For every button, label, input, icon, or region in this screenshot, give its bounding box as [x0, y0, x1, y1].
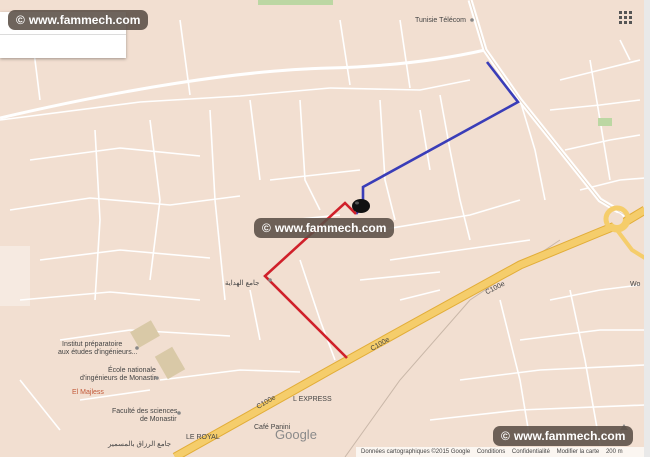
- label-mosque-2: جامع الرزاق بالمسمير: [108, 441, 172, 448]
- footer-edit-map-link[interactable]: Modifier la carte: [557, 449, 600, 455]
- footer-scale: 200 m: [605, 449, 623, 455]
- green-area-top: [258, 0, 333, 5]
- footer-conditions-link[interactable]: Conditions: [477, 449, 505, 455]
- poi-icon: [470, 18, 474, 22]
- label-tunisie-telecom: Tunisie Télécom: [415, 17, 466, 24]
- side-panel-edge: [0, 246, 30, 306]
- watermark-center: © www.fammech.com: [254, 218, 395, 238]
- google-logo: Google: [275, 427, 317, 442]
- poi-icon: [268, 278, 272, 282]
- label-institut-line2: aux études d'ingénieurs...: [58, 349, 138, 356]
- scrollbar[interactable]: [644, 0, 650, 457]
- footer-map-data: Données cartographiques ©2015 Google: [361, 449, 471, 455]
- apps-grid-icon[interactable]: [619, 11, 635, 27]
- watermark-bottom-right: © www.fammech.com: [493, 426, 634, 446]
- label-faculte-line2: de Monastir: [140, 416, 177, 423]
- poi-icon: [177, 411, 181, 415]
- label-express: L EXPRESS: [293, 396, 332, 403]
- watermark-top-left: © www.fammech.com: [8, 10, 149, 30]
- label-le-royal: LE ROYAL: [186, 434, 220, 441]
- label-ecole-line2: d'ingénieurs de Monastir: [80, 375, 157, 382]
- label-wo: Wo: [630, 281, 641, 288]
- footer-privacy-link[interactable]: Confidentialité: [512, 449, 550, 455]
- label-el-majless: El Majless: [72, 389, 104, 396]
- green-area: [598, 118, 612, 126]
- location-marker-icon[interactable]: [352, 199, 370, 213]
- map-footer: Données cartographiques ©2015 Google Con…: [356, 447, 650, 457]
- label-mosque: جامع الهداية: [225, 280, 260, 287]
